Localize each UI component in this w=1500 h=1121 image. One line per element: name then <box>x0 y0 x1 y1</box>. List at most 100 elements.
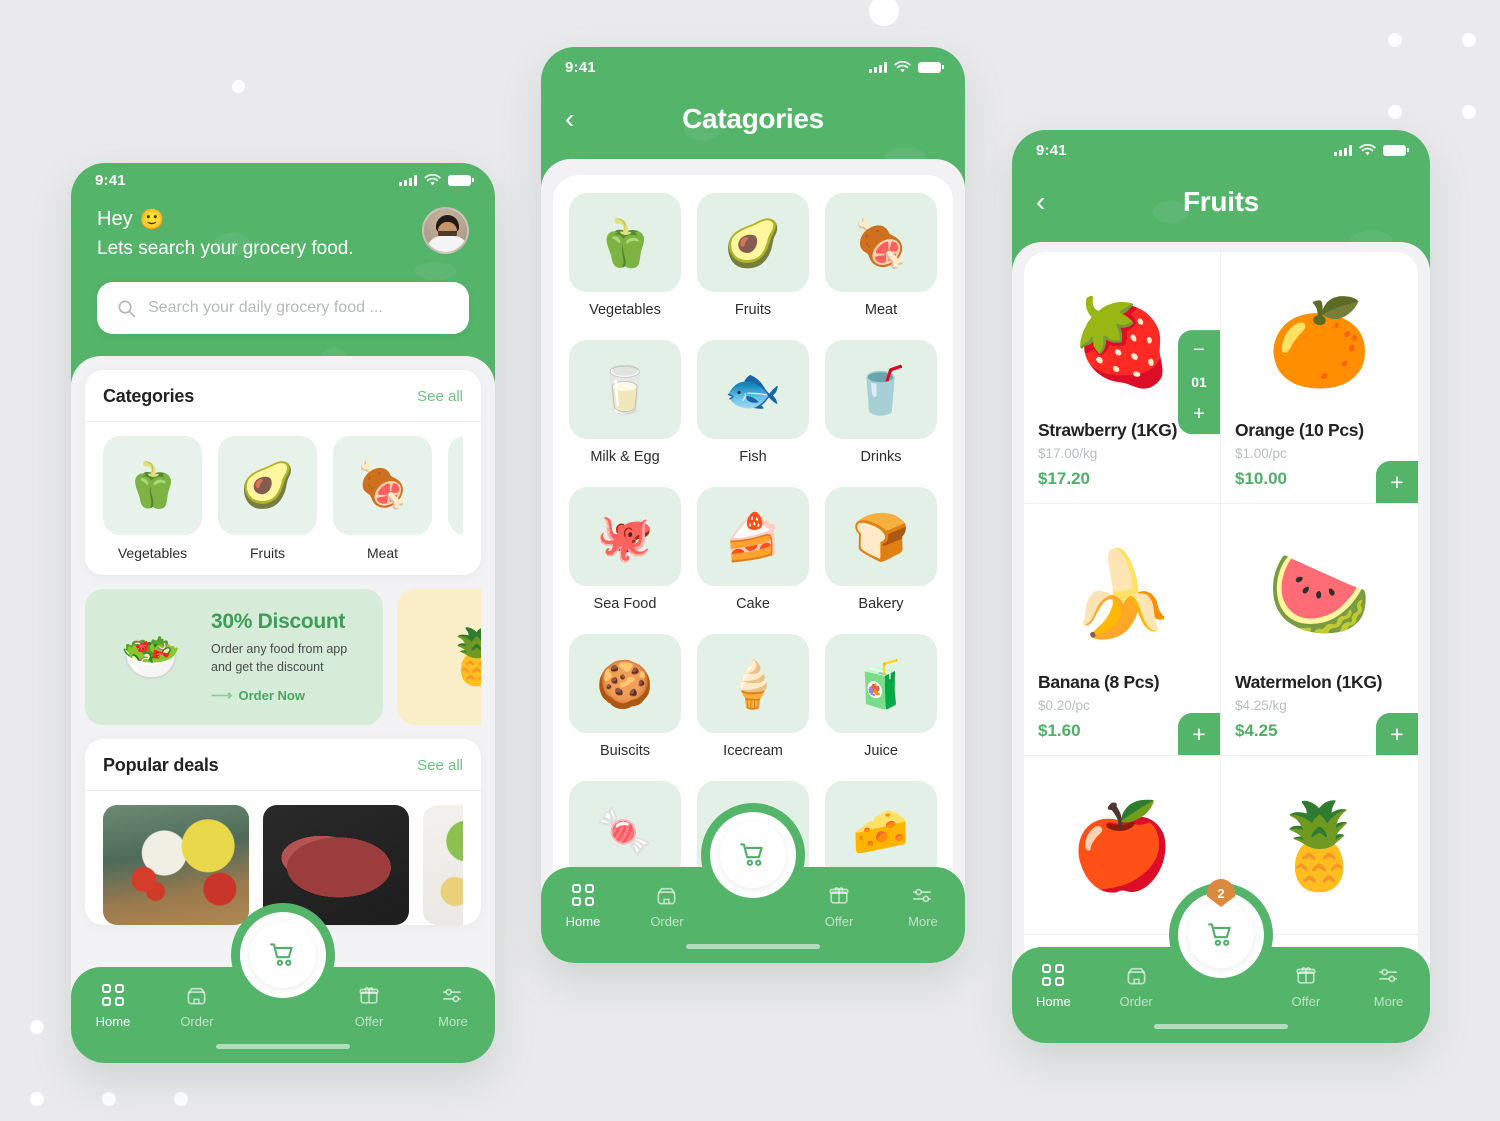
background-dot <box>1462 105 1476 119</box>
phone-fruits-screen: 9:41 ‹ Fruits 🍓 Strawberry (1KG) $17.00/… <box>1012 130 1430 1043</box>
categories-scroll-row[interactable]: 🫑 Vegetables 🥑 Fruits 🍖 Meat 🥛 <box>103 436 463 561</box>
nav-label: Order <box>650 914 684 929</box>
product-card-watermelon[interactable]: 🍉 Watermelon (1KG) $4.25/kg $4.25 + <box>1221 504 1418 756</box>
increment-button[interactable]: + <box>1193 404 1205 424</box>
cart-fab[interactable]: 2 <box>1178 879 1264 978</box>
add-to-cart-button[interactable]: + <box>1178 713 1220 755</box>
category-item[interactable]: 🥑 Fruits <box>218 436 317 561</box>
background-dot <box>102 1092 116 1106</box>
shopping-cart-icon <box>1208 923 1231 946</box>
categories-title: Categories <box>103 386 195 406</box>
fruit-basket-icon: 🍍 <box>443 626 481 687</box>
vegetables-icon: 🫑 <box>569 193 681 292</box>
category-label: Fruits <box>734 302 772 318</box>
nav-item-offer[interactable]: Offer <box>1264 963 1347 1009</box>
apple-icon: 🍎 <box>1069 799 1175 893</box>
product-price: $17.20 <box>1038 469 1090 488</box>
product-name: Orange (10 Pcs) <box>1235 420 1364 440</box>
product-card-orange[interactable]: 🍊 Orange (10 Pcs) $1.00/pc $10.00 + <box>1221 252 1418 504</box>
category-tile-snacks[interactable]: 🍬 <box>569 781 681 880</box>
category-tile-icecream[interactable]: 🍦 Icecream <box>697 634 809 759</box>
category-tile-buiscits[interactable]: 🍪 Buiscits <box>569 634 681 759</box>
nav-item-more[interactable]: More <box>1347 963 1430 1009</box>
category-tile-milk-egg[interactable]: 🥛 Milk & Egg <box>569 340 681 465</box>
phone-home-screen: 9:41 Hey 🙂 Lets search your grocery food… <box>71 163 495 1063</box>
cookie-jar-icon: 🍪 <box>569 634 681 733</box>
category-item[interactable]: 🥛 Milk & Egg <box>448 436 463 561</box>
category-label: Cake <box>736 596 770 612</box>
nav-item-offer[interactable]: Offer <box>797 883 881 929</box>
battery-icon <box>918 61 944 73</box>
product-unit-price: $17.00/kg <box>1038 446 1098 461</box>
back-button[interactable]: ‹ <box>565 105 595 133</box>
popular-deals-see-all-link[interactable]: See all <box>417 757 463 774</box>
category-tile-fruits[interactable]: 🥑 Fruits <box>697 193 809 318</box>
discount-promo-card[interactable]: 🥗 30% Discount Order any food from app a… <box>85 589 383 725</box>
nav-item-home[interactable]: Home <box>1012 963 1095 1009</box>
background-dot <box>1388 105 1402 119</box>
back-button[interactable]: ‹ <box>1036 188 1066 216</box>
nav-item-order[interactable]: Order <box>1095 963 1178 1009</box>
add-to-cart-button[interactable]: + <box>1376 713 1418 755</box>
add-to-cart-button[interactable]: + <box>1376 461 1418 503</box>
quantity-stepper[interactable]: − 01 + <box>1178 329 1220 434</box>
gift-icon <box>1296 967 1316 984</box>
watermelon-icon: 🍉 <box>1267 547 1372 641</box>
category-item[interactable]: 🫑 Vegetables <box>103 436 202 561</box>
category-label: Milk & Egg <box>448 545 463 561</box>
status-time: 9:41 <box>1036 141 1067 159</box>
product-card-banana[interactable]: 🍌 Banana (8 Pcs) $0.20/pc $1.60 + <box>1024 504 1221 756</box>
category-label: Fruits <box>250 545 285 561</box>
decrement-button[interactable]: − <box>1193 340 1205 360</box>
product-card-strawberry[interactable]: 🍓 Strawberry (1KG) $17.00/kg $17.20 − 01… <box>1024 252 1221 504</box>
fruits-icon: 🥑 <box>697 193 809 292</box>
search-bar[interactable]: Search your daily grocery food ... <box>97 282 469 334</box>
nav-label: More <box>1373 994 1404 1009</box>
secondary-promo-card[interactable]: 🍍 <box>397 589 481 725</box>
avatar[interactable] <box>422 207 469 254</box>
category-tile-fish[interactable]: 🐟 Fish <box>697 340 809 465</box>
category-tile-bakery[interactable]: 🍞 Bakery <box>825 487 937 612</box>
nav-label: Order <box>180 1014 214 1029</box>
order-now-button[interactable]: ⟶ Order Now <box>211 686 369 704</box>
promo-title: 30% Discount <box>211 609 346 633</box>
greeting-hey-text: Hey <box>97 208 133 230</box>
battery-icon <box>1383 144 1409 156</box>
vegetable-basket-photo[interactable] <box>103 805 249 925</box>
home-indicator <box>1154 1024 1288 1029</box>
greeting-block: Hey 🙂 Lets search your grocery food. <box>71 197 495 260</box>
nav-item-more[interactable]: More <box>881 883 965 929</box>
categories-see-all-link[interactable]: See all <box>417 388 463 405</box>
banana-icon: 🍌 <box>1069 547 1175 641</box>
category-tile-meat[interactable]: 🍖 Meat <box>825 193 937 318</box>
cart-fab[interactable] <box>240 912 326 998</box>
category-tile-vegetables[interactable]: 🫑 Vegetables <box>569 193 681 318</box>
nav-label: Offer <box>824 914 854 929</box>
promo-row[interactable]: 🥗 30% Discount Order any food from app a… <box>85 589 481 725</box>
meat-icon: 🍖 <box>333 436 432 535</box>
background-dot <box>174 1092 188 1106</box>
category-tile-sea-food[interactable]: 🐙 Sea Food <box>569 487 681 612</box>
nav-item-home[interactable]: Home <box>71 983 155 1029</box>
mixed-fruits-photo[interactable] <box>423 805 463 925</box>
cart-fab-notch: 2 <box>1169 879 1273 987</box>
cart-fab[interactable] <box>710 812 796 898</box>
cake-icon: 🍰 <box>697 487 809 586</box>
nav-item-more[interactable]: More <box>411 983 495 1029</box>
category-tile-cheese[interactable]: 🧀 <box>825 781 937 880</box>
nav-item-offer[interactable]: Offer <box>327 983 411 1029</box>
wifi-icon <box>424 173 441 185</box>
status-bar: 9:41 <box>1012 130 1430 170</box>
product-unit-price: $0.20/pc <box>1038 698 1090 713</box>
nav-item-order[interactable]: Order <box>155 983 239 1029</box>
background-dot <box>30 1092 44 1106</box>
search-icon <box>118 300 135 317</box>
category-tile-drinks[interactable]: 🥤 Drinks <box>825 340 937 465</box>
status-bar: 9:41 <box>71 163 495 197</box>
category-item[interactable]: 🍖 Meat <box>333 436 432 561</box>
search-input[interactable]: Search your daily grocery food ... <box>148 299 383 317</box>
category-tile-cake[interactable]: 🍰 Cake <box>697 487 809 612</box>
category-tile-juice[interactable]: 🧃 Juice <box>825 634 937 759</box>
nav-item-order[interactable]: Order <box>625 883 709 929</box>
nav-item-home[interactable]: Home <box>541 883 625 929</box>
